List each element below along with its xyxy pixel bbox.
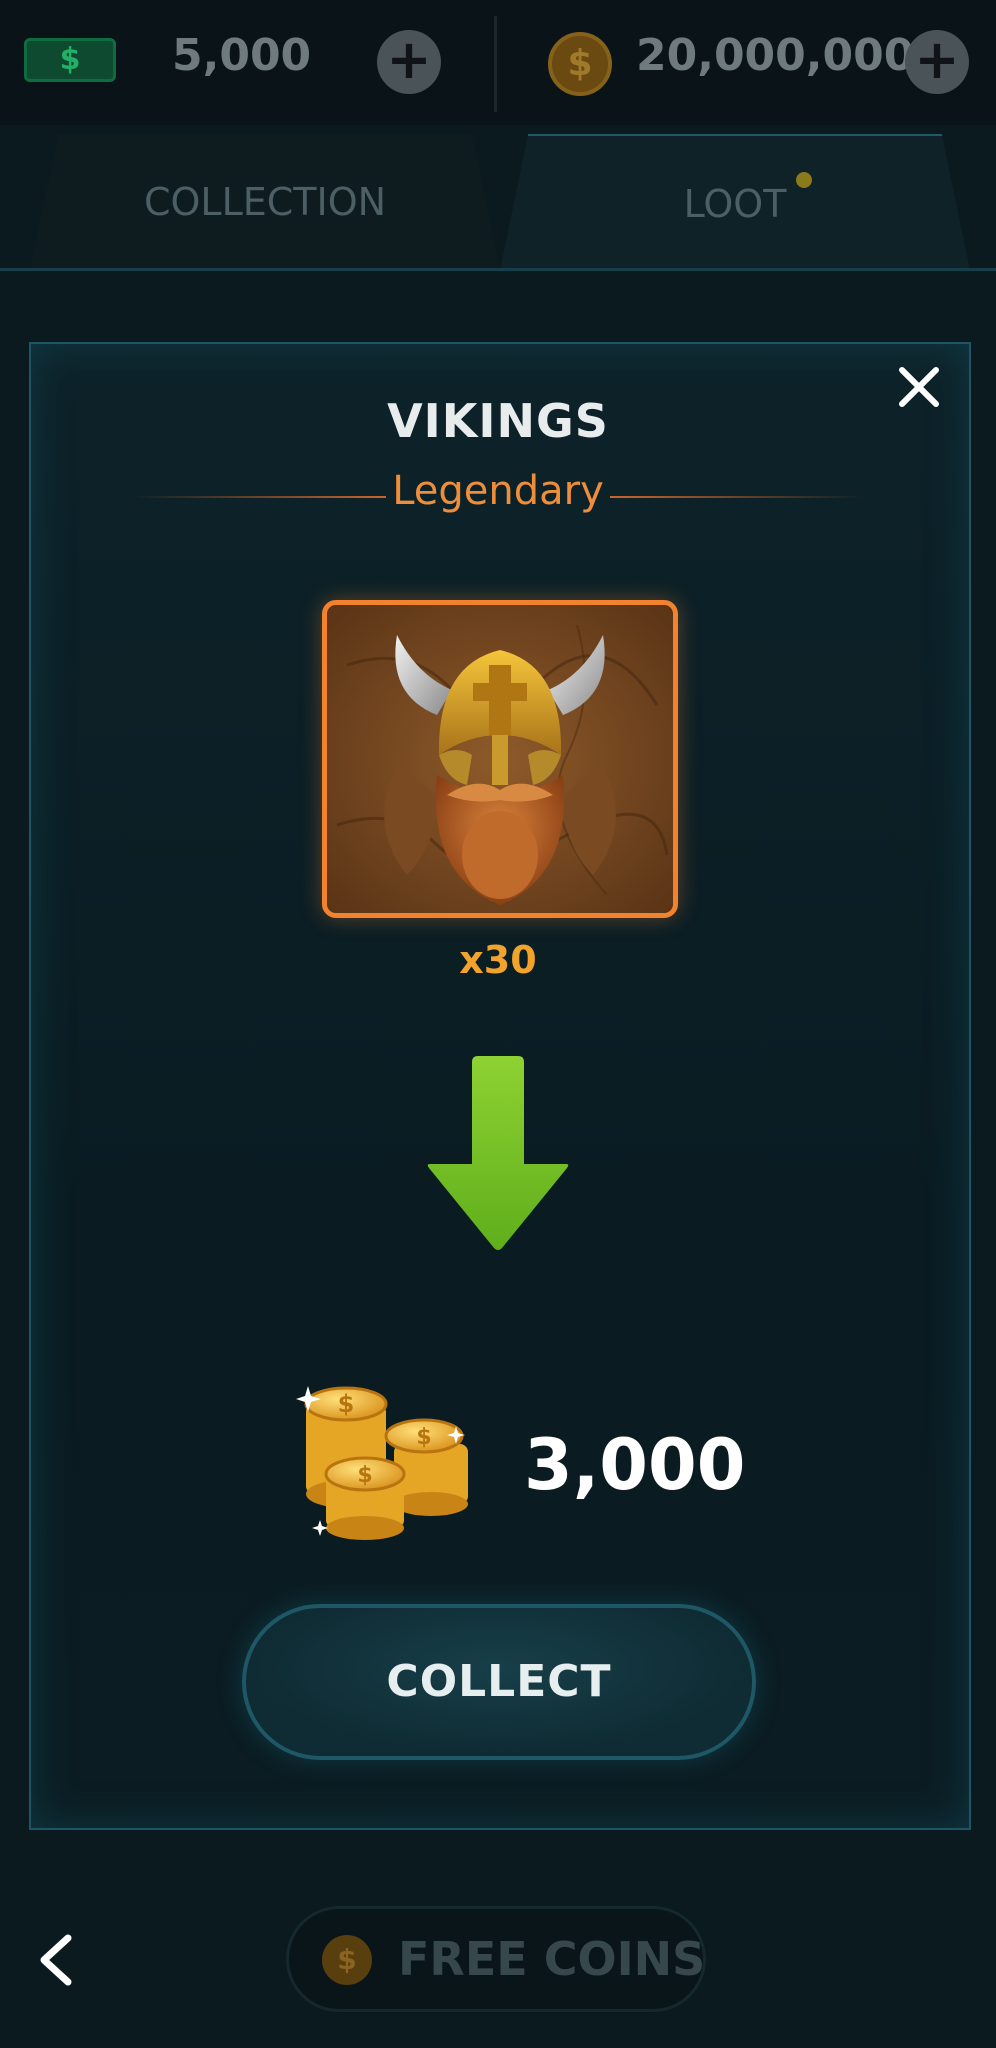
cash-balance: 5,000	[172, 30, 312, 81]
tab-collection[interactable]: COLLECTION	[30, 134, 500, 270]
rarity-label: Legendary	[392, 468, 604, 514]
tab-loot[interactable]: LOOT	[500, 134, 970, 270]
coins-pile-icon: $ $ $	[296, 1386, 468, 1540]
loot-notification-dot	[796, 172, 812, 188]
coin-icon: $	[548, 32, 612, 96]
rarity-row: Legendary	[132, 468, 864, 520]
back-arrow-icon[interactable]	[26, 1930, 86, 1990]
top-bar-divider	[494, 16, 497, 112]
add-cash-button[interactable]: +	[377, 30, 441, 94]
modal-title: VIKINGS	[387, 394, 609, 448]
reward-amount: 3,000	[524, 1424, 746, 1506]
free-coins-label: FREE COINS	[398, 1932, 706, 1986]
top-bar: $ 5,000 + $ 20,000,000 +	[0, 0, 996, 125]
cash-icon: $	[24, 38, 116, 82]
collect-button[interactable]: COLLECT	[242, 1604, 756, 1760]
coin-balance: 20,000,000	[636, 30, 915, 81]
svg-text:$: $	[357, 1463, 372, 1488]
svg-text:$: $	[338, 1390, 355, 1418]
free-coins-coin-icon: $	[322, 1935, 372, 1985]
tab-underline	[0, 268, 996, 271]
viking-card	[322, 600, 678, 918]
add-coins-button[interactable]: +	[905, 30, 969, 94]
svg-text:$: $	[416, 1425, 431, 1450]
card-quantity: x30	[459, 938, 537, 982]
viking-helmet-icon	[327, 605, 673, 913]
arrow-down-icon	[427, 1056, 569, 1250]
rarity-divider-right	[610, 496, 864, 498]
